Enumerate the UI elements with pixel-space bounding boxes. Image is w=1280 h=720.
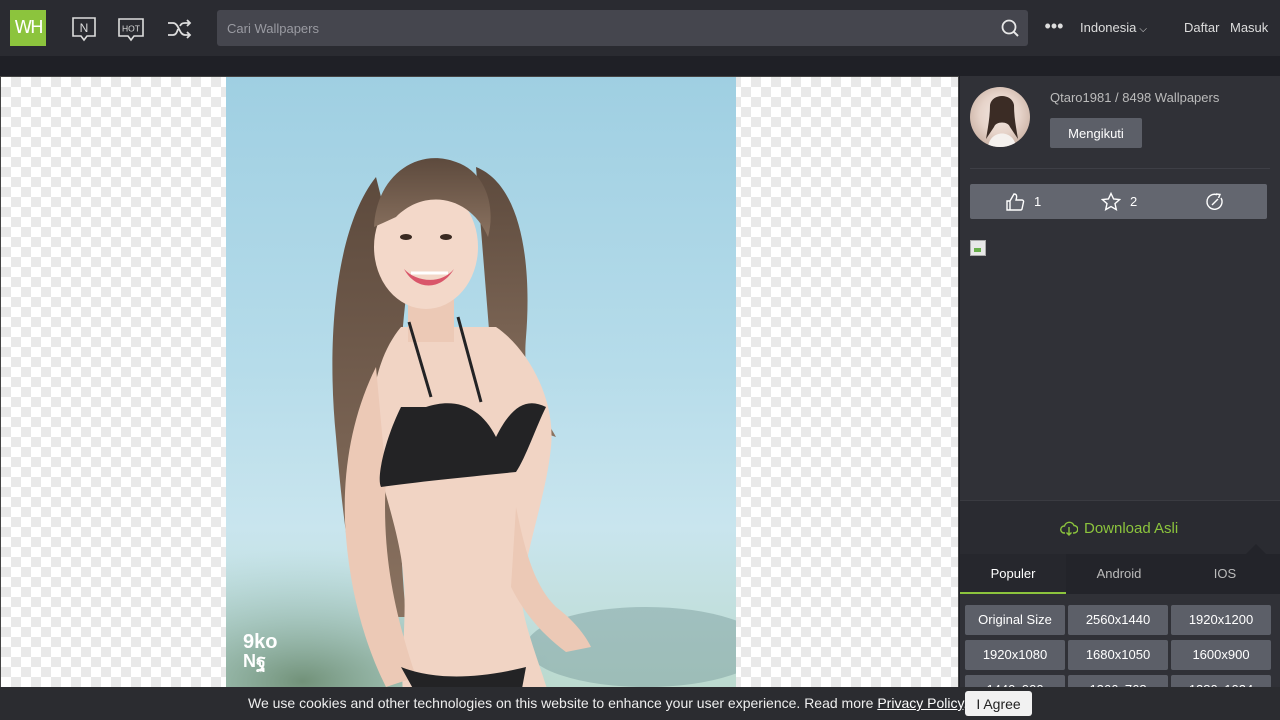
tab-android[interactable]: Android [1066, 554, 1172, 594]
search-bar [217, 10, 1028, 46]
favorite-button[interactable]: 2 [1101, 184, 1137, 219]
language-selector[interactable]: Indonesia ⌵ [1080, 20, 1147, 35]
new-icon[interactable]: N [71, 16, 97, 42]
author-avatar[interactable] [970, 87, 1030, 147]
share-button[interactable] [1205, 184, 1234, 219]
cookie-message: We use cookies and other technologies on… [248, 695, 967, 711]
privacy-policy-link[interactable]: Privacy Policy [877, 695, 963, 711]
resolution-button[interactable]: 1680x1050 [1068, 640, 1168, 670]
tab-ios[interactable]: IOS [1172, 554, 1278, 594]
thumbs-up-icon [1006, 192, 1025, 211]
wallpaper-viewer: 9ko Nฐ [0, 76, 959, 720]
watermark-text-top: 9ko [243, 631, 277, 653]
resolution-button[interactable]: 2560x1440 [1068, 605, 1168, 635]
sidebar-divider [970, 168, 1270, 169]
caret-up-icon [1246, 544, 1266, 554]
download-section: Download Asli [960, 500, 1280, 554]
action-bar: 1 2 [970, 184, 1267, 219]
new-icon-label: N [80, 21, 89, 35]
cloud-download-icon [1060, 521, 1078, 536]
wallpaper-image[interactable]: 9ko Nฐ [226, 77, 736, 719]
hot-icon[interactable]: HOT [118, 16, 144, 42]
hot-icon-label: HOT [122, 24, 140, 34]
favorite-count: 2 [1130, 194, 1138, 209]
avatar-illustration [986, 96, 1018, 147]
watermark-text-bottom: Nฐ [243, 651, 266, 673]
cookie-banner: We use cookies and other technologies on… [0, 687, 1280, 720]
download-original-link[interactable]: Download Asli [1060, 519, 1178, 537]
download-label: Download Asli [1084, 519, 1179, 537]
language-label: Indonesia [1080, 20, 1137, 35]
search-icon[interactable] [1000, 18, 1020, 38]
broken-image-icon [970, 240, 986, 256]
wallpaper-illustration: 9ko Nฐ [226, 158, 736, 719]
resolution-tabs: Populer Android IOS [960, 554, 1280, 594]
site-logo[interactable]: WH [10, 10, 46, 46]
resolution-button[interactable]: 1920x1200 [1171, 605, 1271, 635]
resolution-button[interactable]: Original Size [965, 605, 1065, 635]
login-link[interactable]: Masuk [1230, 20, 1268, 35]
shuffle-icon[interactable] [166, 16, 192, 42]
top-bar: WH N HOT ••• Indonesia⌵ Daftar Masuk [0, 0, 1280, 56]
resolution-button[interactable]: 1920x1080 [965, 640, 1065, 670]
search-input[interactable] [217, 10, 987, 46]
chevron-down-icon: ⌵ [1139, 24, 1147, 35]
register-link[interactable]: Daftar [1184, 20, 1219, 35]
like-count: 1 [1034, 194, 1042, 209]
author-info[interactable]: Qtaro1981 / 8498 Wallpapers [1050, 90, 1219, 105]
resolution-button[interactable]: 1600x900 [1171, 640, 1271, 670]
cookie-agree-button[interactable]: I Agree [965, 691, 1032, 716]
wallpaper-sidebar: Qtaro1981 / 8498 Wallpapers Mengikuti 1 … [960, 76, 1280, 720]
more-dots-icon[interactable]: ••• [1043, 17, 1065, 37]
share-icon [1206, 192, 1223, 210]
like-button[interactable]: 1 [1005, 184, 1041, 219]
follow-button[interactable]: Mengikuti [1050, 118, 1142, 148]
star-icon [1101, 191, 1121, 211]
cookie-text: We use cookies and other technologies on… [248, 695, 878, 711]
tab-populer[interactable]: Populer [960, 554, 1066, 594]
